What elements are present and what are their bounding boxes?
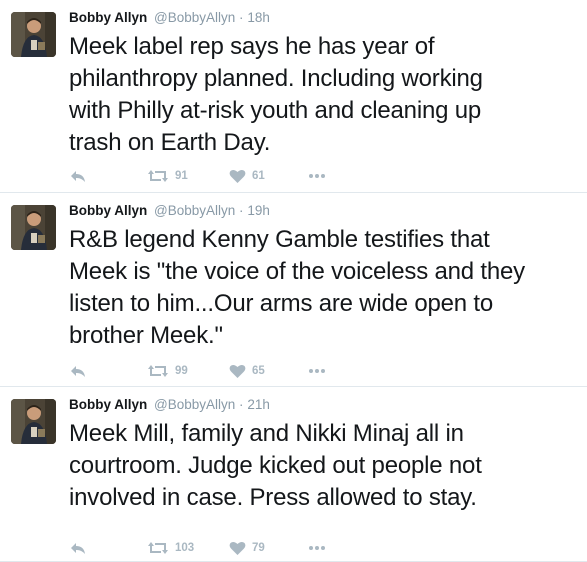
reply-icon (69, 168, 87, 184)
retweet-button[interactable]: 99 (147, 361, 188, 381)
author-name[interactable]: Bobby Allyn (69, 397, 147, 412)
like-button[interactable]: 65 (229, 361, 265, 381)
tweet[interactable]: Bobby Allyn @BobbyAllyn · 19h R&B legend… (0, 193, 587, 387)
heart-icon (229, 168, 246, 184)
more-icon (308, 545, 326, 551)
reply-button[interactable] (69, 538, 87, 558)
retweet-button[interactable]: 103 (147, 538, 194, 558)
retweet-icon (147, 363, 169, 379)
reply-button[interactable] (69, 361, 87, 381)
separator-dot: · (239, 203, 244, 218)
tweet-header: Bobby Allyn @BobbyAllyn · 18h (69, 10, 270, 26)
timestamp[interactable]: 19h (247, 203, 270, 218)
tweet-actions: 99 65 (69, 361, 369, 381)
tweet-text: R&B legend Kenny Gamble testifies that M… (69, 224, 579, 352)
tweet-text-line: involved in case. Press allowed to stay. (69, 484, 477, 511)
more-icon (308, 173, 326, 179)
tweet[interactable]: Bobby Allyn @BobbyAllyn · 21h Meek Mill,… (0, 387, 587, 562)
more-button[interactable] (308, 166, 326, 186)
tweet[interactable]: Bobby Allyn @BobbyAllyn · 18h Meek label… (0, 0, 587, 193)
like-count: 61 (252, 170, 265, 182)
avatar[interactable] (11, 205, 56, 250)
tweet-text-line: with Philly at-risk youth and cleaning u… (69, 97, 482, 124)
like-count: 65 (252, 365, 265, 377)
reply-icon (69, 540, 87, 556)
retweet-icon (147, 168, 169, 184)
reply-icon (69, 363, 87, 379)
separator-dot: · (239, 397, 244, 412)
tweet-text: Meek label rep says he has year of phila… (69, 31, 579, 159)
avatar[interactable] (11, 12, 56, 57)
tweet-text-line: philanthropy planned. Including working (69, 65, 483, 92)
tweet-timeline: Bobby Allyn @BobbyAllyn · 18h Meek label… (0, 0, 587, 562)
author-name[interactable]: Bobby Allyn (69, 10, 147, 25)
tweet-text-line: R&B legend Kenny Gamble testifies that (69, 226, 490, 253)
heart-icon (229, 540, 246, 556)
tweet-actions: 91 61 (69, 166, 369, 186)
tweet-text-line: trash on Earth Day. (69, 129, 271, 156)
more-button[interactable] (308, 361, 326, 381)
separator-dot: · (239, 10, 244, 25)
author-handle[interactable]: @BobbyAllyn (154, 397, 235, 412)
tweet-text-line: Meek label rep says he has year of (69, 33, 435, 60)
tweet-text-line: courtroom. Judge kicked out people not (69, 452, 482, 479)
retweet-button[interactable]: 91 (147, 166, 188, 186)
retweet-count: 99 (175, 365, 188, 377)
tweet-actions: 103 79 (69, 538, 369, 558)
heart-icon (229, 363, 246, 379)
like-button[interactable]: 79 (229, 538, 265, 558)
tweet-text: Meek Mill, family and Nikki Minaj all in… (69, 418, 579, 514)
tweet-header: Bobby Allyn @BobbyAllyn · 21h (69, 397, 270, 413)
more-button[interactable] (308, 538, 326, 558)
retweet-count: 91 (175, 170, 188, 182)
like-count: 79 (252, 542, 265, 554)
retweet-icon (147, 540, 169, 556)
author-name[interactable]: Bobby Allyn (69, 203, 147, 218)
tweet-header: Bobby Allyn @BobbyAllyn · 19h (69, 203, 270, 219)
author-handle[interactable]: @BobbyAllyn (154, 203, 235, 218)
tweet-text-line: Meek Mill, family and Nikki Minaj all in (69, 420, 464, 447)
tweet-text-line: Meek is "the voice of the voiceless and … (69, 258, 525, 285)
avatar[interactable] (11, 399, 56, 444)
retweet-count: 103 (175, 542, 195, 554)
tweet-text-line: listen to him...Our arms are wide open t… (69, 290, 493, 317)
like-button[interactable]: 61 (229, 166, 265, 186)
tweet-text-line: brother Meek." (69, 322, 223, 349)
reply-button[interactable] (69, 166, 87, 186)
timestamp[interactable]: 18h (247, 10, 270, 25)
timestamp[interactable]: 21h (247, 397, 270, 412)
author-handle[interactable]: @BobbyAllyn (154, 10, 235, 25)
more-icon (308, 368, 326, 374)
